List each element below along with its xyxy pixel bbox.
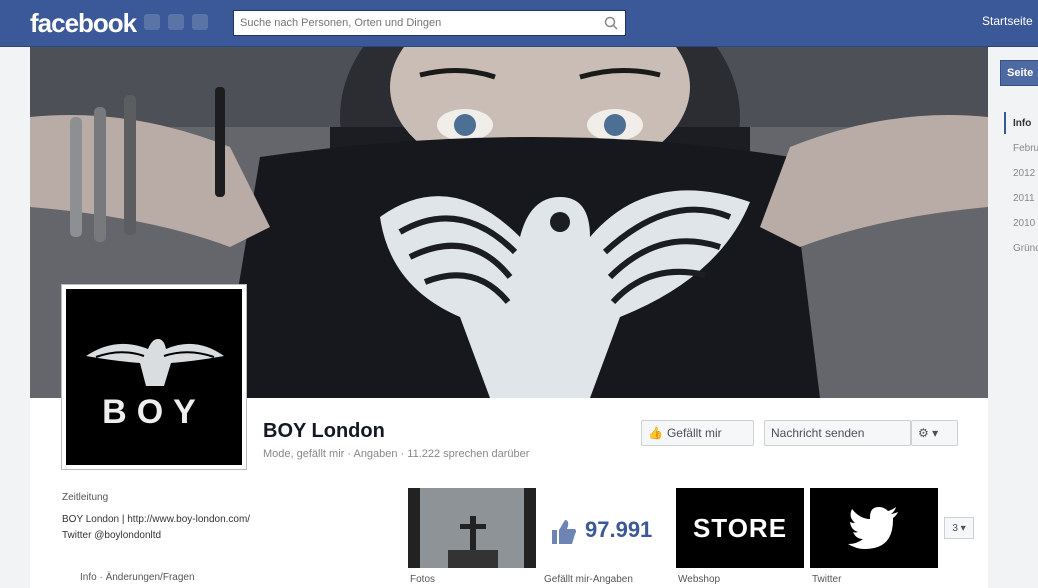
friend-requests-icon[interactable]	[144, 14, 160, 30]
about-website[interactable]: BOY London | http://www.boy-london.com/	[62, 514, 250, 525]
page-subtitle: Mode, gefällt mir · Angaben · 11.222 spr…	[263, 448, 530, 460]
app-label-store[interactable]: Webshop	[678, 574, 720, 585]
timeline-active-indicator	[1004, 112, 1006, 134]
about-twitter[interactable]: Twitter @boylondonltd	[62, 530, 161, 541]
timeline-item[interactable]: 2012	[1013, 168, 1035, 179]
facebook-logo[interactable]: facebook	[30, 8, 137, 39]
messages-icon[interactable]	[168, 14, 184, 30]
store-app-tile[interactable]: STORE	[676, 488, 804, 568]
user-link[interactable]: Startseite	[982, 14, 1033, 28]
app-label-photos[interactable]: Fotos	[410, 574, 435, 585]
notification-jewels	[144, 14, 208, 30]
settings-dropdown-button[interactable]: ⚙ ▾	[911, 420, 958, 446]
like-page-button[interactable]: 👍 Gefällt mir	[641, 420, 754, 446]
about-heading: Zeitleitung	[62, 492, 109, 503]
search-input[interactable]	[234, 11, 606, 35]
twitter-app-tile[interactable]	[810, 488, 938, 568]
eagle-logo-icon	[86, 339, 224, 386]
likes-count: 97.991	[585, 517, 653, 542]
send-message-button[interactable]: Nachricht senden	[764, 420, 911, 446]
page-title[interactable]: BOY London	[263, 420, 385, 443]
profile-picture[interactable]: BOY	[61, 284, 247, 470]
thumbs-up-icon	[552, 520, 576, 544]
app-label-twitter[interactable]: Twitter	[812, 574, 841, 585]
notifications-icon[interactable]	[192, 14, 208, 30]
search-icon[interactable]	[603, 15, 619, 31]
left-gutter	[0, 47, 30, 588]
photos-thumbnail	[408, 488, 536, 568]
search-bar[interactable]	[233, 10, 626, 36]
timeline-item[interactable]: 2010	[1013, 218, 1035, 229]
timeline-item[interactable]: Februar	[1013, 143, 1038, 154]
about-info-link[interactable]: Info · Änderungen/Fragen	[80, 572, 195, 583]
profile-picture-image: BOY	[66, 289, 242, 465]
top-navigation-bar: facebook Startseite	[0, 0, 1038, 47]
gear-icon: ⚙ ▾	[918, 426, 939, 440]
more-apps-button[interactable]: 3 ▾	[944, 517, 974, 539]
like-button-label: Gefällt mir	[666, 426, 722, 440]
timeline-item[interactable]: Info	[1013, 118, 1031, 129]
profile-logo-text: BOY	[102, 393, 206, 431]
timeline-item[interactable]: Gründung	[1013, 243, 1038, 254]
message-button-label: Nachricht senden	[771, 426, 865, 440]
page-menu-button[interactable]: Seite	[1000, 60, 1038, 86]
timeline-item[interactable]: 2011	[1013, 193, 1035, 204]
photos-app-tile[interactable]	[408, 488, 536, 568]
thumbs-up-icon: 👍	[648, 426, 663, 440]
twitter-bird-icon	[848, 507, 898, 549]
app-label-likes[interactable]: Gefällt mir-Angaben	[544, 574, 633, 585]
